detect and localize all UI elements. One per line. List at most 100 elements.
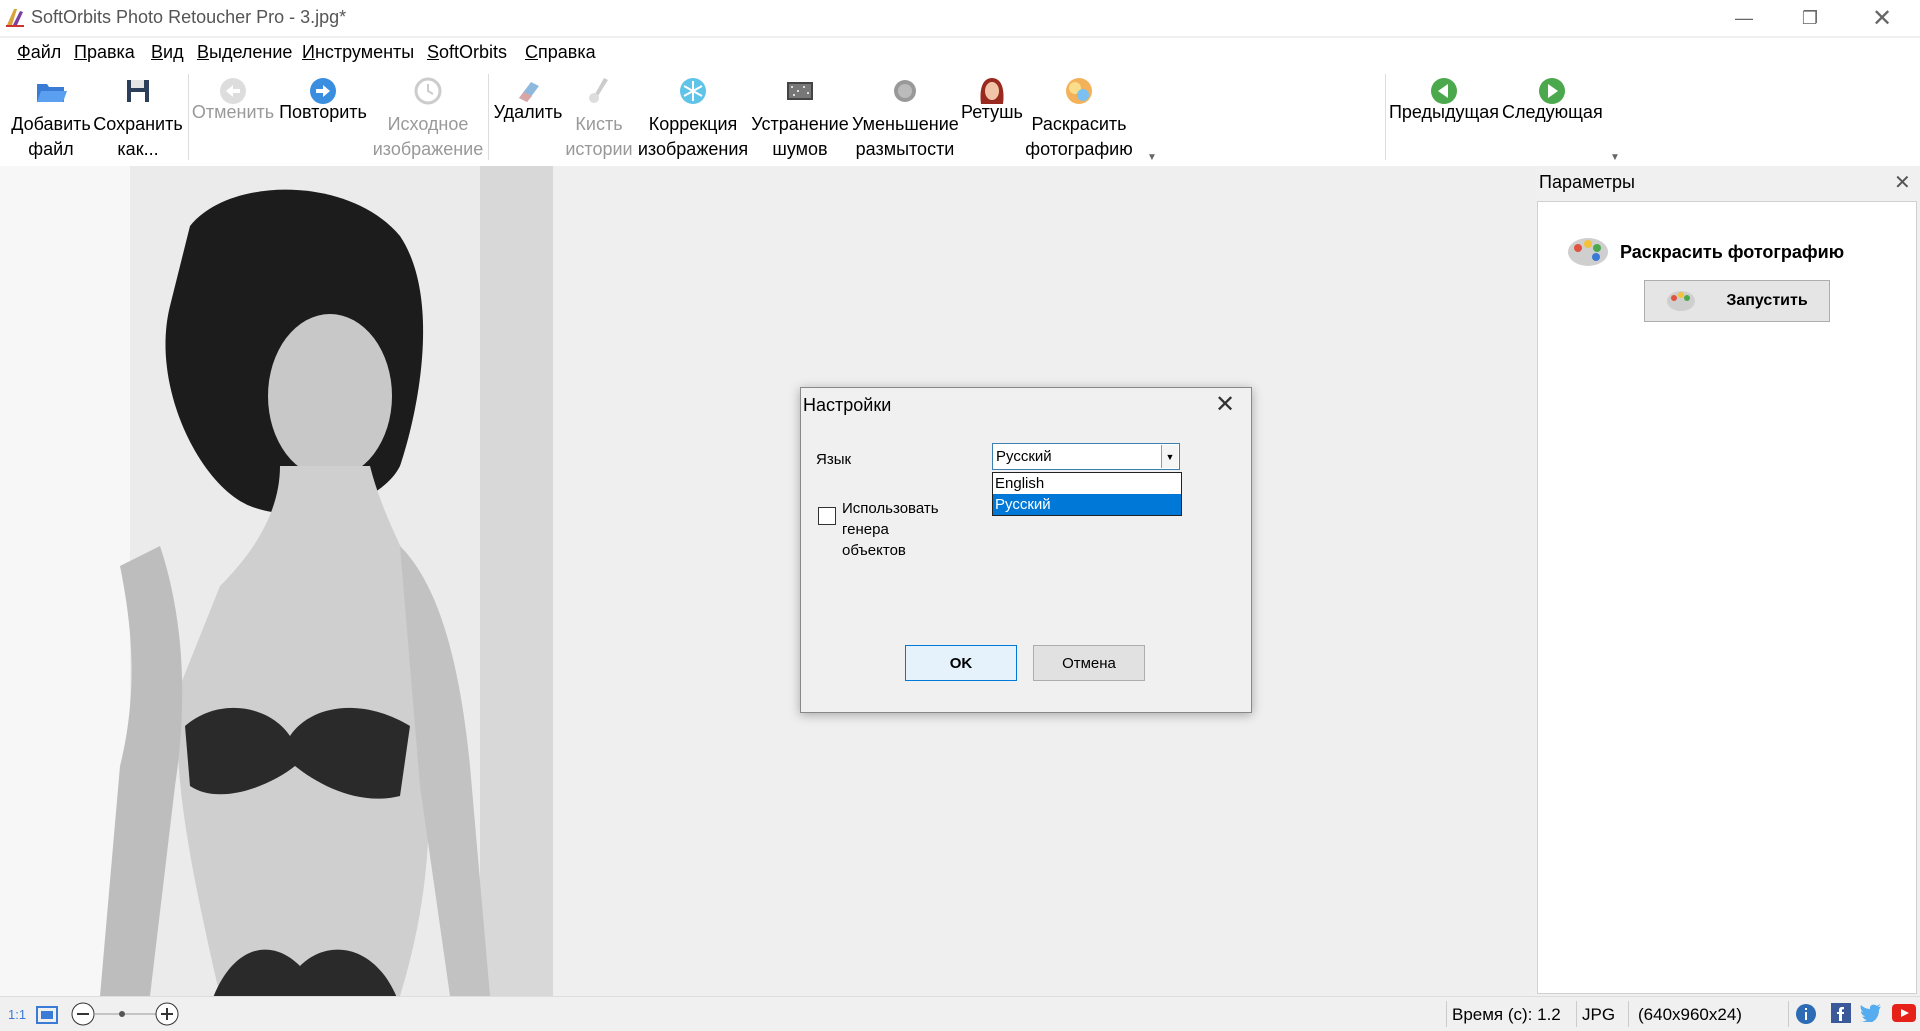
retouch-button[interactable]: Ретушь [960, 68, 1024, 166]
undo-label: Отменить [191, 102, 275, 122]
original-image-label-1: Исходное [387, 114, 469, 134]
colorize-label-2: фотографию [1025, 139, 1133, 159]
image-canvas[interactable] [0, 166, 1535, 996]
language-option-russian[interactable]: Русский [993, 494, 1181, 515]
use-generator-label-1: Использовать генера [842, 500, 939, 538]
toolbar-separator [1385, 74, 1386, 160]
next-button[interactable]: Следующая [1502, 68, 1603, 166]
next-label: Следующая [1502, 102, 1603, 122]
save-as-label-1: Сохранить [93, 114, 183, 134]
zoom-1to1-button[interactable]: 1:1 [8, 1007, 26, 1022]
history-brush-label-1: Кисть [575, 114, 623, 134]
image-correction-label-1: Коррекция [648, 114, 738, 134]
close-panel-icon[interactable]: ✕ [1894, 170, 1911, 195]
use-generator-label: Использовать генера объектов [842, 498, 987, 561]
toolbar-separator [488, 74, 489, 160]
facebook-icon[interactable] [1831, 1003, 1851, 1023]
denoise-button[interactable]: Устранение шумов [750, 68, 850, 166]
use-generator-label-2: объектов [842, 542, 906, 559]
redo-button[interactable]: Повторить [277, 68, 369, 166]
image-correction-button[interactable]: Коррекция изображения [636, 68, 750, 166]
add-file-button[interactable]: Добавить файл [6, 68, 96, 166]
minimize-icon: — [1735, 7, 1753, 28]
blur-icon [894, 80, 916, 102]
photo-preview [0, 166, 553, 996]
colorize-label-1: Раскрасить [1031, 114, 1127, 134]
language-label: Язык [816, 451, 852, 468]
chevron-down-icon[interactable]: ▼ [1161, 445, 1178, 468]
title-bar: SoftOrbits Photo Retoucher Pro - 3.jpg* … [0, 0, 1920, 36]
toolbar-overflow-icon[interactable]: ▼ [1610, 152, 1620, 163]
clock-icon [414, 77, 442, 105]
parameters-header: Параметры [1539, 172, 1635, 192]
image-dimensions: (640x960x24) [1638, 1005, 1742, 1024]
save-as-button[interactable]: Сохранить как... [93, 68, 183, 166]
menu-view[interactable]: Вид [151, 42, 184, 63]
twitter-icon[interactable] [1860, 1004, 1882, 1022]
colorize-orb-icon [1066, 78, 1092, 104]
snowflake-icon [680, 78, 706, 104]
status-separator [1576, 1001, 1577, 1027]
denoise-label-1: Устранение [751, 114, 849, 134]
menu-softorbits[interactable]: SoftOrbits [427, 42, 507, 63]
language-select-value: Русский [996, 448, 1052, 465]
colorize-photo-button[interactable]: Раскрасить фотографию [1020, 68, 1138, 166]
toolbar: Добавить файл Сохранить как... Отменить … [0, 68, 1920, 166]
folder-open-icon [37, 84, 67, 102]
image-format: JPG [1582, 1005, 1616, 1024]
colorize-title-text: Раскрасить фотографию [1620, 241, 1845, 262]
restore-button[interactable]: ❐ [1777, 0, 1843, 36]
fit-screen-icon[interactable] [36, 1006, 58, 1024]
photo-image [0, 166, 553, 996]
add-file-label-1: Добавить [11, 114, 91, 134]
redo-label: Повторить [279, 102, 367, 122]
brush-icon [589, 78, 608, 103]
save-as-label-2: как... [117, 139, 159, 159]
menu-bar: Файл Правка Вид Выделение Инструменты So… [0, 38, 1920, 68]
noise-icon [787, 82, 813, 100]
menu-file[interactable]: Файл [17, 42, 61, 63]
deblur-label-1: Уменьшение [852, 114, 959, 134]
history-brush-label-2: истории [565, 139, 633, 159]
history-brush-button[interactable]: Кисть истории [560, 68, 638, 166]
menu-tools[interactable]: Инструменты [302, 42, 414, 63]
add-file-label-2: файл [28, 139, 74, 159]
zoom-slider[interactable] [70, 1001, 180, 1027]
restore-icon: ❐ [1801, 7, 1819, 28]
toolbar-separator [188, 74, 189, 160]
run-label: Запустить [1726, 292, 1808, 309]
youtube-icon[interactable] [1892, 1004, 1916, 1022]
status-separator [1628, 1001, 1629, 1027]
run-button[interactable]: Запустить [1644, 280, 1830, 322]
colorize-section-title: Раскрасить фотографию [1566, 232, 1906, 272]
use-generator-checkbox[interactable] [818, 507, 836, 525]
deblur-label-2: размытости [855, 139, 955, 159]
previous-label: Предыдущая [1388, 102, 1500, 122]
minimize-button[interactable]: — [1711, 0, 1777, 36]
ok-button[interactable]: OK [905, 645, 1017, 681]
close-window-button[interactable]: ✕ [1849, 0, 1915, 36]
toolbar-overflow-icon[interactable]: ▼ [1147, 152, 1157, 163]
original-image-label-2: изображение [372, 139, 484, 159]
delete-button[interactable]: Удалить [490, 68, 566, 166]
previous-button[interactable]: Предыдущая [1388, 68, 1500, 166]
menu-edit[interactable]: Правка [74, 42, 135, 63]
retouch-label: Ретушь [961, 102, 1023, 122]
dialog-title: Настройки [803, 395, 892, 415]
cancel-button[interactable]: Отмена [1033, 645, 1145, 681]
info-icon[interactable] [1795, 1003, 1817, 1025]
dialog-close-icon[interactable]: ✕ [1215, 390, 1235, 419]
language-option-english[interactable]: English [993, 473, 1181, 494]
menu-help[interactable]: Справка [525, 42, 596, 63]
status-separator [1446, 1001, 1447, 1027]
menu-selection[interactable]: Выделение [197, 42, 292, 63]
original-image-button[interactable]: Исходное изображение [372, 68, 484, 166]
app-logo-icon [6, 9, 24, 27]
palette-icon [1568, 238, 1608, 266]
undo-button[interactable]: Отменить [190, 68, 276, 166]
palette-icon [1667, 291, 1696, 311]
language-select[interactable]: Русский ▼ [992, 443, 1180, 470]
deblur-button[interactable]: Уменьшение размытости [852, 68, 959, 166]
close-icon: ✕ [1871, 4, 1893, 32]
image-correction-label-2: изображения [637, 139, 749, 159]
